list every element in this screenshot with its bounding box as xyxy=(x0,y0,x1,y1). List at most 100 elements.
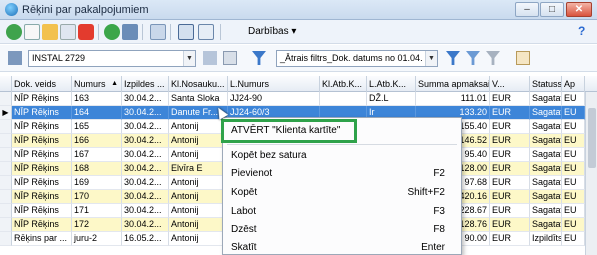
table-cell[interactable]: 171 xyxy=(72,204,122,218)
table-cell[interactable]: Antonij xyxy=(169,204,228,218)
table-cell[interactable]: NĪP Rēķins xyxy=(12,134,72,148)
table-cell[interactable]: 30.04.2... xyxy=(122,120,169,134)
row-indicator[interactable] xyxy=(0,218,12,232)
actions-menu-button[interactable]: Darbības ▾ xyxy=(244,24,300,40)
table-cell[interactable]: Sagatave xyxy=(530,204,562,218)
table-cell[interactable]: 16.05.2... xyxy=(122,232,169,246)
context-menu-item[interactable]: Kopēt Shift+F2 xyxy=(223,184,461,202)
table-cell[interactable]: EU xyxy=(562,148,585,162)
table-cell[interactable]: NĪP Rēķins xyxy=(12,148,72,162)
table-cell[interactable]: NĪP Rēķins xyxy=(12,190,72,204)
table-cell[interactable]: juru-2 xyxy=(72,232,122,246)
row-indicator[interactable] xyxy=(0,148,12,162)
table-cell[interactable]: EU xyxy=(562,162,585,176)
clear-filter-icon[interactable] xyxy=(486,51,500,65)
vertical-scrollbar[interactable] xyxy=(585,92,597,255)
new-document-icon[interactable] xyxy=(24,24,40,40)
table-cell[interactable]: 167 xyxy=(72,148,122,162)
table-cell[interactable]: 30.04.2... xyxy=(122,92,169,106)
table-cell[interactable]: 166 xyxy=(72,134,122,148)
refresh-icon[interactable] xyxy=(104,24,120,40)
table-cell[interactable]: 111.01 xyxy=(416,92,490,106)
column-header[interactable]: Numurs ▲ xyxy=(72,76,122,92)
table-cell[interactable]: EUR xyxy=(490,120,530,134)
table-cell[interactable]: 172 xyxy=(72,218,122,232)
table-cell[interactable]: Antonij xyxy=(169,148,228,162)
close-button[interactable]: ✕ xyxy=(566,2,592,17)
column-header[interactable]: L.Atb.K... xyxy=(367,76,416,92)
table-cell[interactable]: 30.04.2... xyxy=(122,204,169,218)
sort-icon[interactable] xyxy=(203,51,217,65)
row-indicator[interactable] xyxy=(0,176,12,190)
table-cell[interactable]: EUR xyxy=(490,134,530,148)
delete-icon[interactable] xyxy=(78,24,94,40)
table-cell[interactable]: Antonij xyxy=(169,232,228,246)
table-cell[interactable]: JJ24-90 xyxy=(228,92,320,106)
table-cell[interactable]: 169 xyxy=(72,176,122,190)
table-cell[interactable]: Sagatave xyxy=(530,106,562,120)
table-cell[interactable]: EU xyxy=(562,190,585,204)
table-cell[interactable]: EUR xyxy=(490,92,530,106)
add-filter-icon[interactable] xyxy=(446,51,460,65)
table-cell[interactable]: 165 xyxy=(72,120,122,134)
add-icon[interactable] xyxy=(6,24,22,40)
grid-view-icon[interactable] xyxy=(178,24,194,40)
table-cell[interactable]: EU xyxy=(562,218,585,232)
table-cell[interactable]: EU xyxy=(562,92,585,106)
row-indicator[interactable] xyxy=(0,232,12,246)
print-icon[interactable] xyxy=(122,24,138,40)
row-indicator[interactable] xyxy=(0,120,12,134)
sum-icon[interactable] xyxy=(150,24,166,40)
table-cell[interactable]: 30.04.2... xyxy=(122,106,169,120)
column-header[interactable]: L.Numurs xyxy=(228,76,320,92)
table-cell[interactable]: 163 xyxy=(72,92,122,106)
table-cell[interactable]: EU xyxy=(562,134,585,148)
table-cell[interactable]: Antonij xyxy=(169,134,228,148)
table-cell[interactable]: Sagatave xyxy=(530,190,562,204)
column-header[interactable]: Izpildes ... xyxy=(122,76,169,92)
table-cell[interactable]: Elvīra E xyxy=(169,162,228,176)
edit-filter-icon[interactable] xyxy=(466,51,480,65)
table-cell[interactable]: EUR xyxy=(490,204,530,218)
table-cell[interactable]: Sagatave xyxy=(530,120,562,134)
context-menu-item[interactable]: Pievienot F2 xyxy=(223,165,461,183)
table-cell[interactable]: NĪP Rēķins xyxy=(12,162,72,176)
scrollbar-thumb[interactable] xyxy=(588,108,596,168)
table-cell[interactable]: EUR xyxy=(490,148,530,162)
table-cell[interactable]: Antonij xyxy=(169,176,228,190)
table-cell[interactable]: EUR xyxy=(490,218,530,232)
row-indicator[interactable] xyxy=(0,190,12,204)
table-cell[interactable]: NĪP Rēķins xyxy=(12,176,72,190)
table-cell[interactable]: EUR xyxy=(490,162,530,176)
table-cell[interactable]: Sagatave xyxy=(530,218,562,232)
table-cell[interactable]: EUR xyxy=(490,232,530,246)
help-icon[interactable]: ? xyxy=(578,24,585,38)
maximize-button[interactable]: □ xyxy=(540,2,564,17)
company-select[interactable]: INSTAL 2729 ▼ xyxy=(28,50,196,67)
table-cell[interactable]: NĪP Rēķins xyxy=(12,92,72,106)
row-indicator[interactable] xyxy=(0,92,12,106)
table-cell[interactable]: EUR xyxy=(490,176,530,190)
list-icon[interactable] xyxy=(8,51,22,65)
row-indicator[interactable] xyxy=(0,134,12,148)
table-cell[interactable]: NĪP Rēķins xyxy=(12,218,72,232)
context-menu-item[interactable]: Kopēt bez satura xyxy=(223,147,461,165)
table-cell[interactable]: 30.04.2... xyxy=(122,162,169,176)
table-cell[interactable]: 170 xyxy=(72,190,122,204)
row-indicator[interactable] xyxy=(0,162,12,176)
tree-view-icon[interactable] xyxy=(198,24,214,40)
table-cell[interactable]: Rēķins par ... xyxy=(12,232,72,246)
table-row[interactable]: NĪP Rēķins 163 30.04.2... Santa Sloka JJ24-9… xyxy=(0,92,597,106)
context-menu-item[interactable]: Skatīt Enter xyxy=(223,239,461,255)
table-cell[interactable]: NĪP Rēķins xyxy=(12,106,72,120)
table-cell[interactable]: EU xyxy=(562,204,585,218)
copy-icon[interactable] xyxy=(60,24,76,40)
table-cell[interactable]: Sagatave xyxy=(530,134,562,148)
table-cell[interactable]: EUR xyxy=(490,190,530,204)
table-cell[interactable]: 168 xyxy=(72,162,122,176)
minimize-button[interactable]: – xyxy=(515,2,539,17)
table-cell[interactable]: 30.04.2... xyxy=(122,176,169,190)
table-cell[interactable]: Sagatave xyxy=(530,162,562,176)
edit-icon[interactable] xyxy=(42,24,58,40)
column-header[interactable]: Kl.Nosauku... xyxy=(169,76,228,92)
